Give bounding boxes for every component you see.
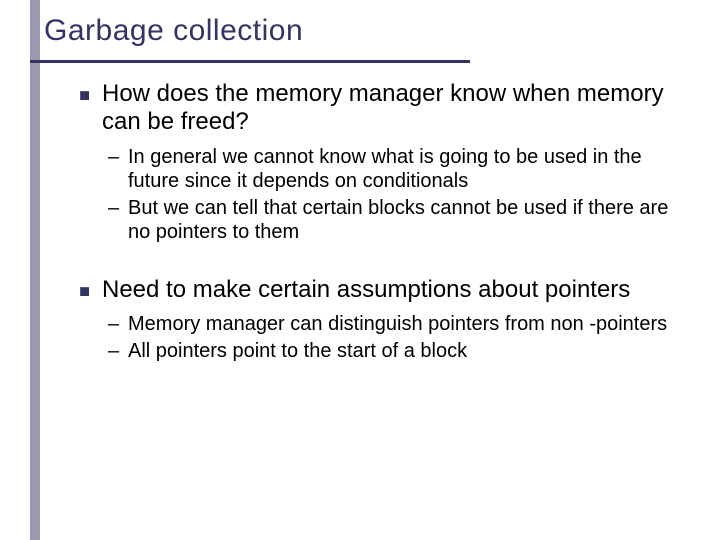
dash-icon: – [108, 339, 119, 363]
bullet-text: How does the memory manager know when me… [102, 80, 664, 135]
sub-bullet-item: – But we can tell that certain blocks ca… [108, 196, 680, 244]
sub-bullet-item: – In general we cannot know what is goin… [108, 145, 680, 193]
accent-stripe [30, 0, 40, 540]
sub-bullet-item: – Memory manager can distinguish pointer… [108, 312, 680, 336]
sub-bullet-item: – All pointers point to the start of a b… [108, 339, 680, 363]
square-bullet-icon [80, 287, 89, 296]
dash-icon: – [108, 145, 119, 169]
sub-bullet-text: All pointers point to the start of a blo… [128, 340, 467, 362]
dash-icon: – [108, 196, 119, 220]
sub-bullet-text: In general we cannot know what is going … [128, 146, 642, 192]
square-bullet-icon [80, 91, 89, 100]
slide: Garbage collection How does the memory m… [0, 0, 720, 540]
slide-title: Garbage collection [44, 14, 303, 48]
sub-bullet-text: Memory manager can distinguish pointers … [128, 313, 667, 335]
bullet-text: Need to make certain assumptions about p… [102, 276, 630, 303]
bullet-item: How does the memory manager know when me… [80, 80, 680, 137]
sub-bullet-text: But we can tell that certain blocks cann… [128, 197, 668, 243]
dash-icon: – [108, 312, 119, 336]
slide-body: How does the memory manager know when me… [80, 80, 680, 395]
bullet-item: Need to make certain assumptions about p… [80, 276, 680, 304]
sub-bullet-list: – Memory manager can distinguish pointer… [108, 312, 680, 363]
title-underline [30, 60, 470, 63]
sub-bullet-list: – In general we cannot know what is goin… [108, 145, 680, 244]
